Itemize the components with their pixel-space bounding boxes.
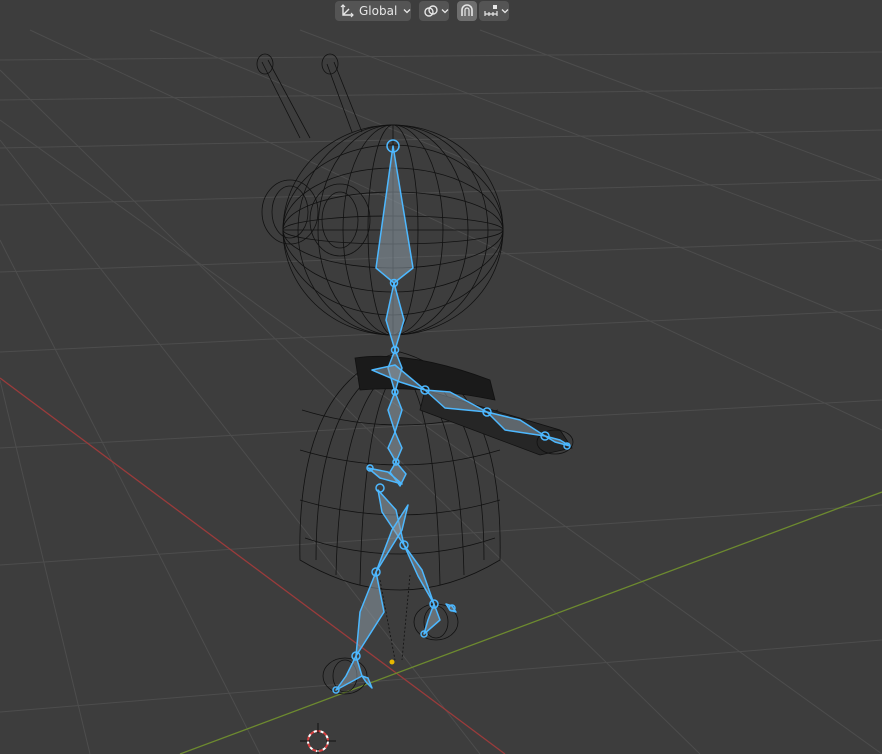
snap-target-dropdown[interactable] bbox=[479, 1, 509, 21]
bone-neck bbox=[385, 282, 405, 351]
y-axis-line bbox=[179, 491, 882, 754]
bone-spine-lower bbox=[387, 431, 403, 463]
pivot-link-icon bbox=[423, 3, 439, 19]
bone-foot-right bbox=[423, 603, 441, 635]
viewport-scene[interactable] bbox=[0, 0, 882, 754]
chevron-down-icon bbox=[441, 7, 449, 15]
transform-toolbar: Global bbox=[335, 0, 509, 22]
viewport-header: Global bbox=[0, 0, 882, 22]
snap-toggle-button[interactable] bbox=[457, 1, 477, 21]
transform-orientation-dropdown[interactable]: Global bbox=[335, 1, 411, 21]
3d-cursor-icon[interactable] bbox=[300, 723, 336, 754]
pivot-point-dropdown[interactable] bbox=[419, 1, 449, 21]
chevron-down-icon bbox=[501, 7, 509, 15]
magnet-snap-icon bbox=[459, 3, 475, 19]
snap-increment-icon bbox=[483, 3, 499, 19]
object-origin-dot bbox=[389, 659, 395, 665]
bone-head bbox=[375, 145, 414, 284]
transform-orientation-label: Global bbox=[359, 4, 398, 18]
character-wireframe bbox=[256, 53, 574, 695]
3d-viewport[interactable]: Global bbox=[0, 0, 882, 754]
chevron-down-icon bbox=[403, 7, 411, 15]
orientation-gizmo-icon bbox=[339, 3, 355, 19]
